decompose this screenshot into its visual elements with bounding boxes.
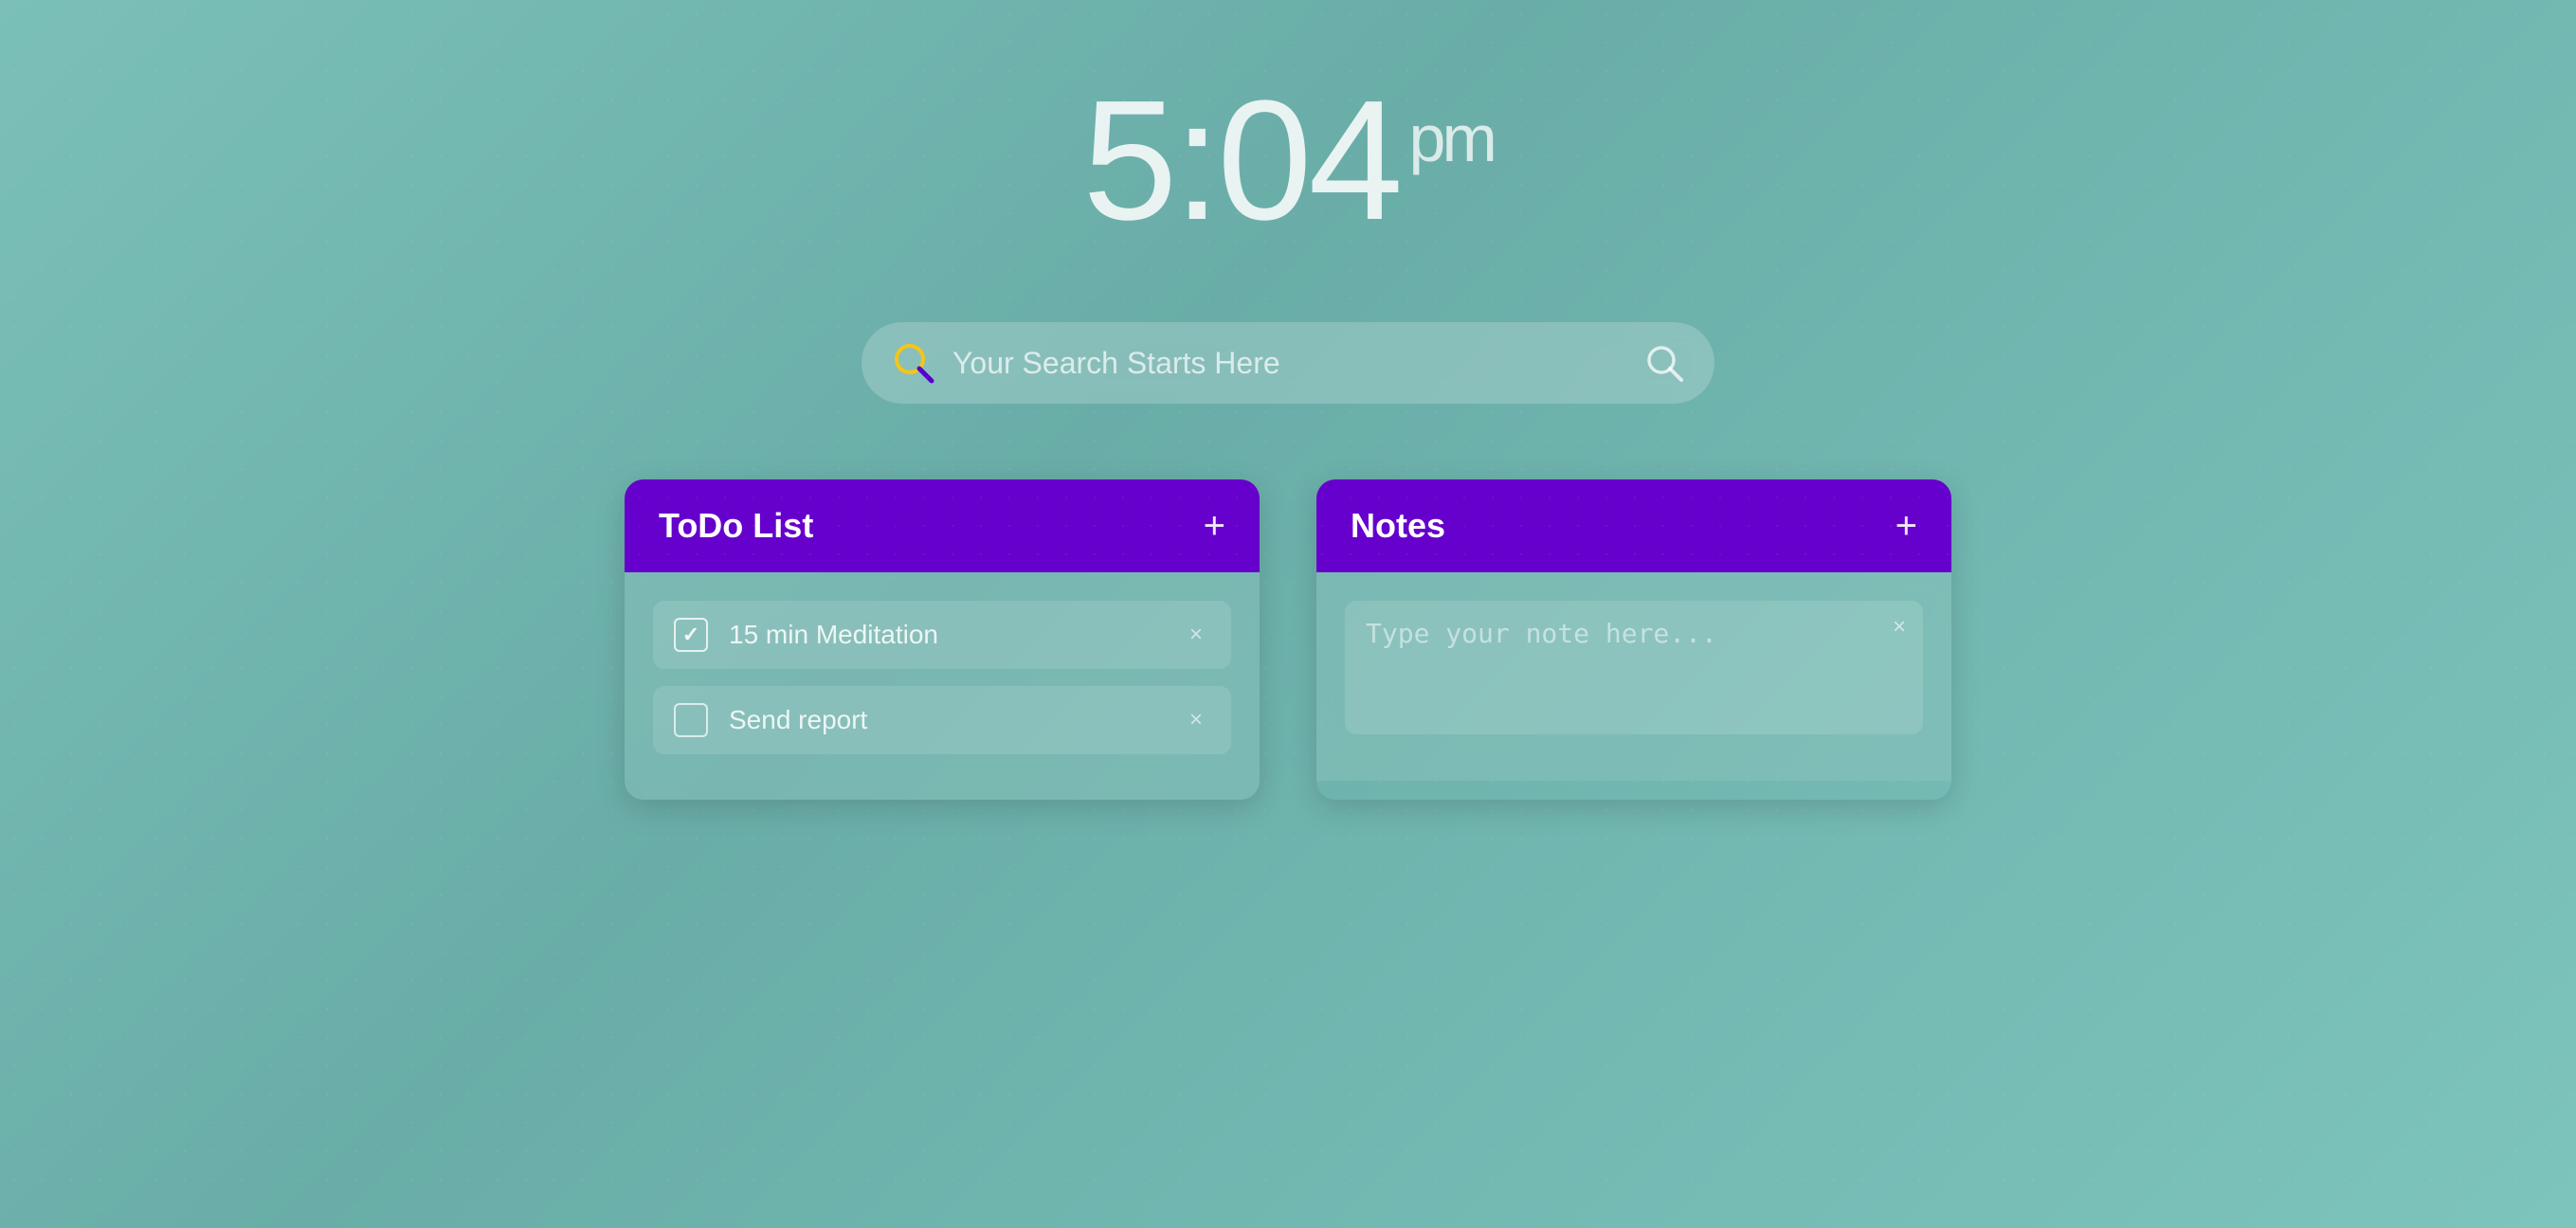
todo-checkbox-2[interactable] xyxy=(674,703,708,737)
clock-section: 5:04pm xyxy=(1082,76,1494,246)
todo-text-1: 15 min Meditation xyxy=(729,620,1182,650)
widgets-section: ToDo List + 15 min Meditation × Send rep… xyxy=(625,479,1951,800)
todo-item: 15 min Meditation × xyxy=(653,601,1231,669)
todo-text-2: Send report xyxy=(729,705,1182,735)
note-delete-button[interactable]: × xyxy=(1893,614,1906,641)
todo-add-button[interactable]: + xyxy=(1204,507,1225,545)
todo-delete-1[interactable]: × xyxy=(1182,618,1210,652)
notes-title: Notes xyxy=(1351,506,1445,546)
search-input[interactable] xyxy=(952,346,1643,381)
todo-title: ToDo List xyxy=(659,506,813,546)
search-bar xyxy=(862,322,1714,404)
todo-checkbox-1[interactable] xyxy=(674,618,708,652)
todo-delete-2[interactable]: × xyxy=(1182,703,1210,737)
notes-widget: Notes + × xyxy=(1316,479,1951,800)
todo-widget: ToDo List + 15 min Meditation × Send rep… xyxy=(625,479,1260,800)
clock-time-value: 5:04 xyxy=(1082,65,1399,256)
search-section xyxy=(862,322,1714,404)
todo-body: 15 min Meditation × Send report × xyxy=(625,572,1260,800)
clock-ampm: pm xyxy=(1409,101,1494,175)
notes-add-button[interactable]: + xyxy=(1896,507,1917,545)
note-textarea[interactable] xyxy=(1366,618,1902,713)
note-item: × xyxy=(1345,601,1923,734)
search-icon-right xyxy=(1643,342,1686,385)
notes-body: × xyxy=(1316,572,1951,781)
notes-header: Notes + xyxy=(1316,479,1951,572)
todo-item: Send report × xyxy=(653,686,1231,754)
clock-time: 5:04pm xyxy=(1082,65,1494,256)
search-icon-left xyxy=(890,339,937,387)
todo-header: ToDo List + xyxy=(625,479,1260,572)
